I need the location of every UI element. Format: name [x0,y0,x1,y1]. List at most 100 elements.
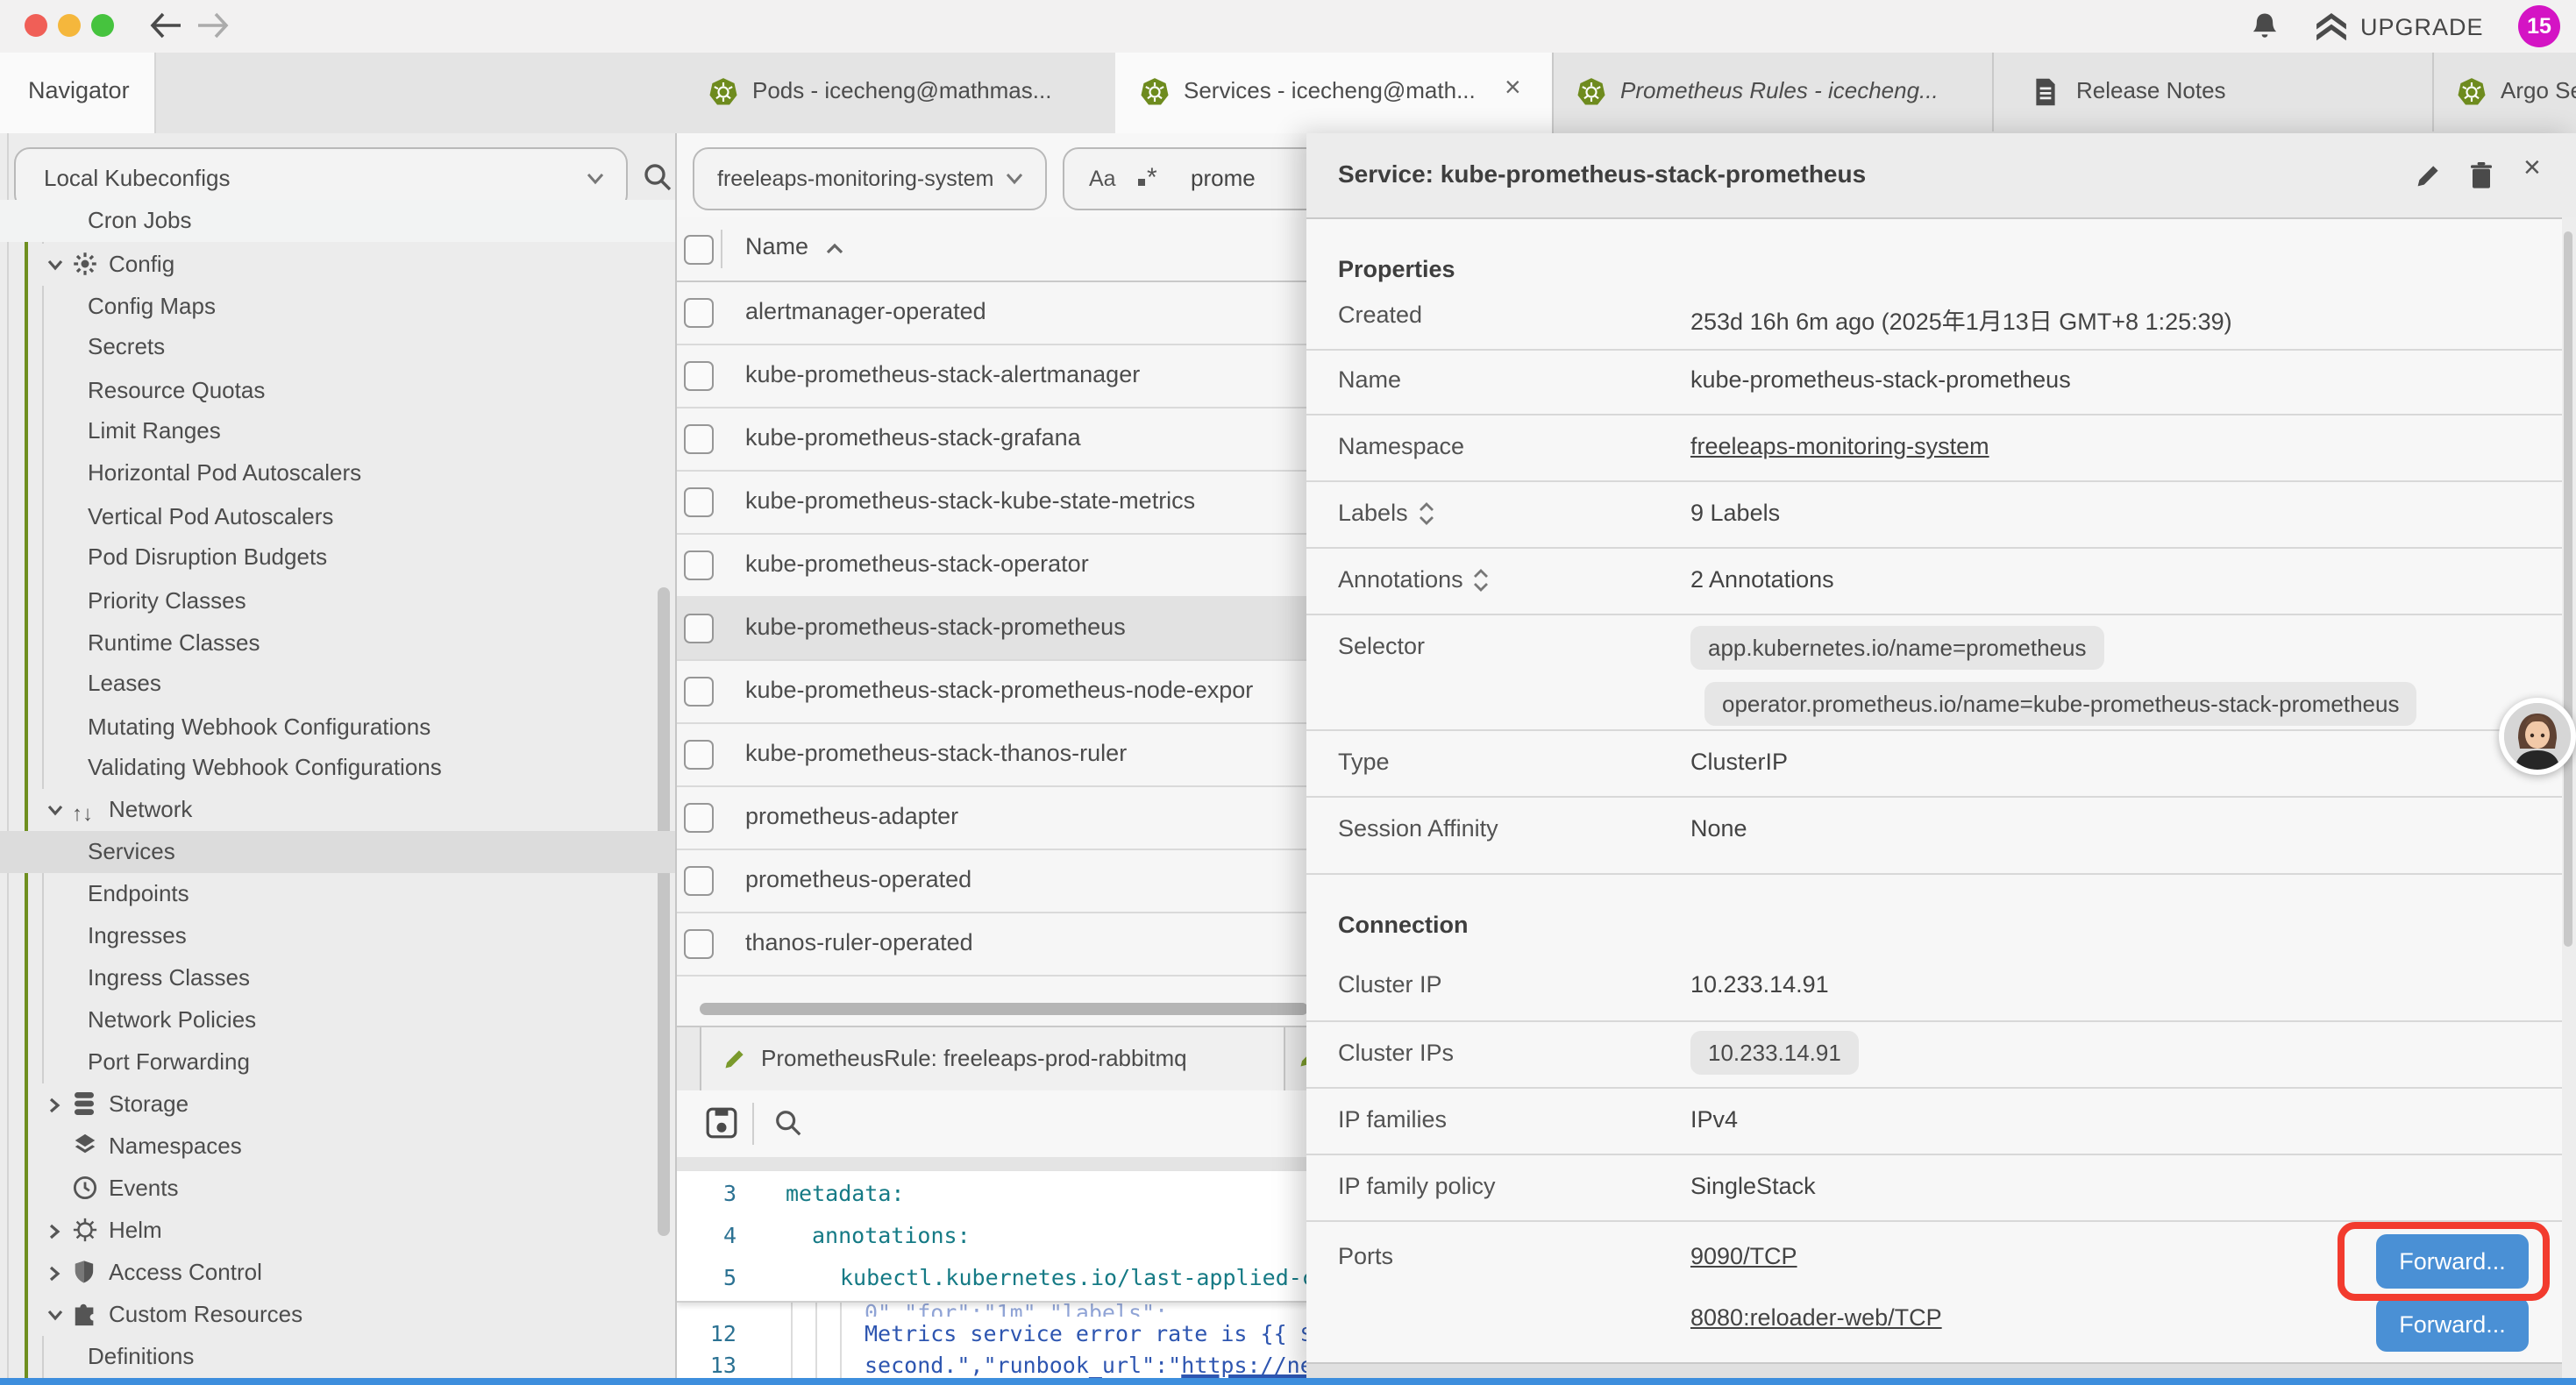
sort-toggle-icon[interactable] [1474,567,1490,592]
property-row-selector: Selector app.kubernetes.io/name=promethe… [1306,614,2576,731]
yaml-editor[interactable]: 0","for":"1m","labels":{"service":"f 12M… [677,1171,1308,1378]
sidebar-item-resource-quotas[interactable]: Resource Quotas [0,370,675,412]
sidebar-group-helm[interactable]: Helm [0,1210,675,1252]
property-row-cluster-ips: Cluster IPs 10.233.14.91 [1306,1020,2576,1089]
row-checkbox[interactable] [684,424,714,454]
close-window-button[interactable] [25,14,47,37]
forward-arrow-icon[interactable] [196,11,231,40]
maximize-window-button[interactable] [91,14,114,37]
row-checkbox[interactable] [684,614,714,643]
sidebar-item-config-maps[interactable]: Config Maps [0,286,675,328]
tab-argo[interactable]: Argo Se [2434,53,2576,131]
user-avatar[interactable] [2499,698,2576,775]
filter-input[interactable]: Aa * prome [1063,147,1308,210]
gear-icon [72,251,100,279]
edit-pencil-icon[interactable] [2415,161,2443,189]
sidebar-item-endpoints[interactable]: Endpoints [0,873,675,915]
row-checkbox[interactable] [684,550,714,580]
row-checkbox[interactable] [684,361,714,391]
table-row[interactable]: kube-prometheus-stack-grafana [677,407,1308,472]
tab-prometheusrule-editor[interactable]: PrometheusRule: freeleaps-prod-rabbitmq [700,1027,1285,1092]
sidebar-item-priority-classes[interactable]: Priority Classes [0,580,675,622]
row-checkbox[interactable] [684,298,714,328]
minimize-window-button[interactable] [58,14,81,37]
row-checkbox[interactable] [684,929,714,959]
tab-release-notes[interactable]: Release Notes [1994,53,2434,131]
sidebar-item-cron-jobs[interactable]: Cron Jobs [0,200,675,242]
select-all-checkbox[interactable] [684,235,714,265]
forward-port-button[interactable]: Forward... [2376,1297,2529,1352]
sidebar-item-network-policies[interactable]: Network Policies [0,999,675,1041]
sidebar-item-mutating-webhook-configurations[interactable]: Mutating Webhook Configurations [0,707,675,749]
notifications-bell-icon[interactable] [2250,11,2280,42]
tab-navigator[interactable]: Navigator [0,53,156,133]
row-checkbox[interactable] [684,740,714,770]
sidebar-item-horizontal-pod-autoscalers[interactable]: Horizontal Pod Autoscalers [0,452,675,494]
namespace-link[interactable]: freeleaps-monitoring-system [1690,433,1989,459]
close-panel-icon[interactable]: × [2523,151,2551,179]
back-arrow-icon[interactable] [147,11,182,40]
close-tab-icon[interactable]: × [1505,74,1521,105]
sort-toggle-icon[interactable] [1419,501,1434,525]
sort-ascending-icon[interactable] [824,242,845,256]
tab-prometheus-rules[interactable]: Prometheus Rules - icecheng... [1554,53,1994,131]
sidebar-item-ingresses[interactable]: Ingresses [0,915,675,957]
namespace-selector[interactable]: freeleaps-monitoring-system [693,147,1047,210]
table-row[interactable]: prometheus-operated [677,849,1308,913]
regex-toggle[interactable]: * [1138,149,1157,209]
horizontal-scrollbar[interactable] [700,1003,1308,1015]
property-row-created: Created 253d 16h 6m ago (2025年1月13日 GMT+… [1306,284,2576,351]
sidebar-group-config[interactable]: Config [0,244,675,286]
table-row[interactable]: kube-prometheus-stack-kube-state-metrics [677,470,1308,535]
property-row-ip-families: IP families IPv4 [1306,1087,2576,1155]
sidebar-item-pod-disruption-budgets[interactable]: Pod Disruption Budgets [0,536,675,579]
table-row[interactable]: prometheus-adapter [677,785,1308,850]
kubernetes-icon [2457,77,2487,107]
sidebar-item-vertical-pod-autoscalers[interactable]: Vertical Pod Autoscalers [0,496,675,538]
sidebar-item-port-forwarding[interactable]: Port Forwarding [0,1041,675,1083]
sidebar-item-namespaces[interactable]: Namespaces [0,1126,675,1168]
table-row[interactable]: kube-prometheus-stack-prometheus-node-ex… [677,659,1308,724]
sidebar-item-runtime-classes[interactable]: Runtime Classes [0,622,675,664]
row-checkbox[interactable] [684,677,714,707]
save-icon[interactable] [705,1106,738,1140]
panel-scrollbar-thumb[interactable] [2564,231,2572,947]
sidebar-item-events[interactable]: Events [0,1168,675,1210]
column-header-name[interactable]: Name [745,233,808,259]
row-checkbox[interactable] [684,803,714,833]
table-row[interactable]: kube-prometheus-stack-thanos-ruler [677,722,1308,787]
upgrade-button[interactable]: UPGRADE [2360,14,2484,40]
code-link[interactable]: https://net [1181,1352,1308,1378]
port-link-8080[interactable]: 8080:reloader-web/TCP [1690,1304,1942,1331]
search-icon[interactable] [642,161,673,193]
chevron-down-icon [1005,172,1024,186]
sidebar-group-network[interactable]: ↑↓ Network [0,789,675,831]
sidebar-group-custom-resources[interactable]: Custom Resources [0,1294,675,1336]
table-row[interactable]: thanos-ruler-operated [677,912,1308,977]
port-link-9090[interactable]: 9090/TCP [1690,1243,1797,1269]
sidebar-item-secrets[interactable]: Secrets [0,326,675,368]
row-checkbox[interactable] [684,487,714,517]
table-row[interactable]: kube-prometheus-stack-alertmanager [677,344,1308,408]
sidebar-item-limit-ranges[interactable]: Limit Ranges [0,410,675,452]
tab-strip: Navigator Pods - icecheng@mathmas... Ser… [0,53,2576,135]
search-icon[interactable] [773,1108,803,1138]
sidebar-item-definitions[interactable]: Definitions [0,1336,675,1378]
tab-services[interactable]: Services - icecheng@math... × [1115,53,1554,133]
notification-count-badge[interactable]: 15 [2518,5,2560,47]
sidebar-group-access-control[interactable]: Access Control [0,1252,675,1294]
trash-icon[interactable] [2467,161,2495,189]
sidebar-item-validating-webhook-configurations[interactable]: Validating Webhook Configurations [0,747,675,789]
sidebar-item-ingress-classes[interactable]: Ingress Classes [0,957,675,999]
table-row-selected[interactable]: kube-prometheus-stack-prometheus [677,596,1308,661]
match-case-toggle[interactable]: Aa [1089,149,1116,209]
tab-pods[interactable]: Pods - icecheng@mathmas... [684,53,1117,131]
sidebar-item-leases[interactable]: Leases [0,663,675,705]
row-checkbox[interactable] [684,866,714,896]
sidebar-group-storage[interactable]: Storage [0,1083,675,1126]
upgrade-chevrons-icon[interactable] [2315,12,2348,42]
table-row[interactable]: kube-prometheus-stack-operator [677,533,1308,598]
table-row[interactable]: alertmanager-operated [677,281,1308,345]
sidebar-item-services[interactable]: Services [0,831,675,873]
chevron-down-icon [46,256,65,273]
